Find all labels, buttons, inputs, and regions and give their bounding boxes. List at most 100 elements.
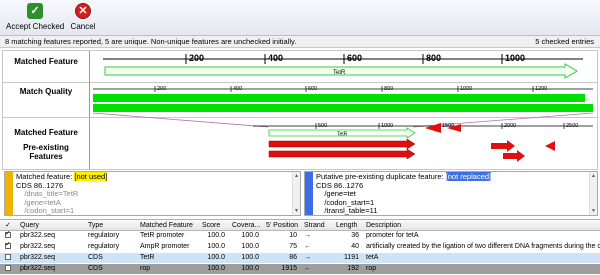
preexisting-feature-arrow[interactable] <box>491 140 515 152</box>
accept-checked-label: Accept Checked <box>6 22 65 31</box>
cell-length: 1191 <box>343 254 359 261</box>
header-matched-feature[interactable]: Matched Feature <box>138 220 198 231</box>
top-tick-label: 400 <box>268 53 283 63</box>
cell-coverage: 100.0 <box>241 254 259 261</box>
header-length[interactable]: Length <box>334 220 362 231</box>
top-tick-label: 800 <box>426 53 441 63</box>
table-row[interactable]: pbr322.seq regulatory TetR promoter 100.… <box>0 231 600 241</box>
scroll-down-icon[interactable]: ▼ <box>591 208 596 214</box>
accept-checked-button[interactable]: ✓ Accept Checked <box>6 3 64 31</box>
status-message: 8 matching features reported, 5 are uniq… <box>5 37 297 46</box>
preexisting-feature-arrow[interactable] <box>268 148 416 160</box>
row-checkbox[interactable] <box>3 231 13 241</box>
preexisting-feature-arrow[interactable] <box>425 123 441 133</box>
cell-strand: → <box>304 254 311 261</box>
table-row-selected[interactable]: pbr322.seq CDS TetR 100.0 100.0 86 → 119… <box>0 253 600 263</box>
cell-query: pbr322.seq <box>20 243 56 250</box>
cell-length: 36 <box>351 232 359 239</box>
cell-type: CDS <box>88 265 103 272</box>
preexisting-feature-arrow[interactable] <box>503 150 525 162</box>
top-tick-label: 200 <box>189 53 204 63</box>
cell-score: 100.0 <box>207 232 225 239</box>
matched-feature-pane[interactable]: Matched feature: [not used] CDS 86..1276… <box>4 171 301 216</box>
cancel-button[interactable]: ✕ Cancel <box>68 3 98 31</box>
preexisting-feature-line: /transl_table=11 <box>316 206 378 216</box>
header-position[interactable]: 5' Position <box>264 220 300 231</box>
quality-tick-label: 600 <box>308 86 317 92</box>
table-row[interactable]: pbr322.seq regulatory AmpR promoter 100.… <box>0 242 600 252</box>
cancel-label: Cancel <box>70 22 96 31</box>
cell-feature: TetR promoter <box>140 232 185 239</box>
preexisting-feature-arrow[interactable] <box>268 138 416 150</box>
quality-tick-label: 1000 <box>460 86 472 92</box>
quality-tick-label: 1200 <box>535 86 547 92</box>
bottom-tick-label: 1000 <box>381 123 393 129</box>
row-checkbox[interactable] <box>3 264 13 274</box>
scroll-down-icon[interactable]: ▼ <box>294 208 299 214</box>
cell-score: 100.0 <box>207 254 225 261</box>
quality-bar <box>93 94 585 102</box>
not-used-tag: [not used] <box>74 172 108 181</box>
header-query[interactable]: Query <box>18 220 84 231</box>
cell-coverage: 100.0 <box>241 265 259 272</box>
bottom-tick-label: 500 <box>318 123 327 129</box>
cell-score: 100.0 <box>207 243 225 250</box>
cell-position: 86 <box>289 254 297 261</box>
cell-description: tetA <box>366 254 379 261</box>
cell-position: 1915 <box>281 265 297 272</box>
cell-query: pbr322.seq <box>20 265 56 272</box>
cell-length: 192 <box>347 265 359 272</box>
checkbox-checked[interactable] <box>5 242 11 250</box>
toolbar: ✓ Accept Checked ✕ Cancel <box>0 0 600 36</box>
scroll-up-icon[interactable]: ▲ <box>591 173 596 179</box>
cell-description: rop <box>366 265 377 272</box>
header-type[interactable]: Type <box>86 220 136 231</box>
cell-coverage: 100.0 <box>241 243 259 250</box>
left-pane-scrollbar[interactable]: ▲ ▼ <box>292 172 300 215</box>
checkbox-unchecked[interactable] <box>5 264 11 271</box>
table-row[interactable]: pbr322.seq CDS rop 100.0 100.0 1915 ← 19… <box>0 264 600 274</box>
preexisting-feature-arrow[interactable] <box>545 141 555 151</box>
cancel-x-icon: ✕ <box>75 3 91 19</box>
checkbox-checked[interactable] <box>5 231 11 239</box>
header-coverage[interactable]: Covera... <box>230 220 262 231</box>
cell-type: CDS <box>88 254 103 261</box>
cell-strand: → <box>304 232 311 239</box>
cell-query: pbr322.seq <box>20 232 56 239</box>
feature-map: Matched Feature Match Quality Matched Fe… <box>2 50 598 170</box>
matched-feature-text: Matched feature: [not used] CDS 86..1276… <box>16 172 290 215</box>
feature-table: ✓ Query Type Matched Feature Score Cover… <box>0 219 600 275</box>
header-score[interactable]: Score <box>200 220 228 231</box>
row-checkbox[interactable] <box>3 242 13 252</box>
header-description[interactable]: Description <box>364 220 600 231</box>
map-graphics: 200 400 600 800 1000 TetR 200 400 600 80… <box>92 53 594 162</box>
preexisting-feature-pane[interactable]: Putative pre-existing duplicate feature:… <box>304 171 598 216</box>
cell-coverage: 100.0 <box>241 232 259 239</box>
cell-score: 100.0 <box>207 265 225 272</box>
checked-count: 5 checked entries <box>535 37 594 46</box>
cell-strand: ← <box>304 265 311 272</box>
row-checkbox[interactable] <box>3 253 13 263</box>
cell-position: 75 <box>289 243 297 250</box>
matched-feature-color-strip <box>5 172 13 215</box>
preexisting-feature-color-strip <box>305 172 313 215</box>
checkbox-unchecked[interactable] <box>5 253 11 260</box>
table-header: ✓ Query Type Matched Feature Score Cover… <box>0 220 600 231</box>
scroll-up-icon[interactable]: ▲ <box>294 173 299 179</box>
preexisting-feature-text: Putative pre-existing duplicate feature:… <box>316 172 587 216</box>
header-strand[interactable]: Strand <box>302 220 332 231</box>
cell-strand: ← <box>304 243 311 250</box>
quality-tick-label: 400 <box>233 86 242 92</box>
cell-description: promoter for tetA <box>366 232 419 239</box>
small-arrow-label: TetR <box>337 132 348 138</box>
header-check[interactable]: ✓ <box>3 220 13 231</box>
cell-type: regulatory <box>88 232 120 239</box>
cell-type: regulatory <box>88 243 120 250</box>
cell-query: pbr322.seq <box>20 254 56 261</box>
bottom-tick-label: 2500 <box>566 123 578 129</box>
cell-feature: rop <box>140 265 151 272</box>
right-pane-scrollbar[interactable]: ▲ ▼ <box>589 172 597 215</box>
checkmark-icon: ✓ <box>27 3 43 19</box>
quality-tick-label: 200 <box>157 86 166 92</box>
quality-tick-label: 800 <box>384 86 393 92</box>
